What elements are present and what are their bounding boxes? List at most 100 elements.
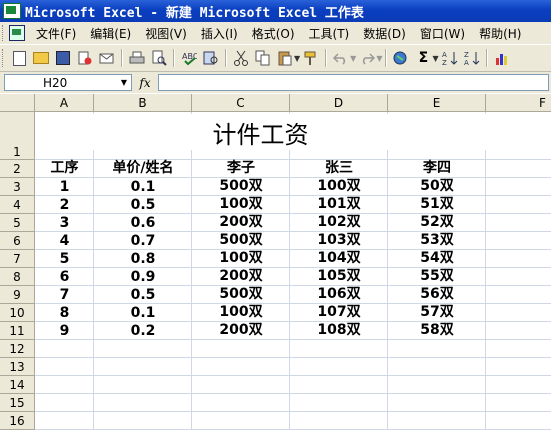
column-header-a[interactable]: A [35, 94, 94, 112]
menu-bar: 文件(F) 编辑(E) 视图(V) 插入(I) 格式(O) 工具(T) 数据(D… [0, 22, 551, 45]
research-icon[interactable] [202, 49, 220, 67]
undo-icon[interactable] [332, 49, 350, 67]
redo-chevron-down-icon[interactable]: ▼ [376, 54, 382, 63]
menu-format[interactable]: 格式(O) [245, 25, 302, 42]
row-header-14[interactable]: 14 [0, 376, 35, 394]
email-icon[interactable] [98, 49, 116, 67]
row-header-11[interactable]: 11 [0, 322, 35, 340]
data-cell[interactable]: 108双 [290, 322, 388, 340]
data-cell[interactable]: 6 [35, 268, 94, 286]
menu-tools[interactable]: 工具(T) [302, 25, 357, 42]
redo-icon[interactable] [358, 49, 376, 67]
hyperlink-icon[interactable] [392, 49, 410, 67]
sort-desc-icon[interactable]: ZA [463, 49, 481, 67]
insert-function-icon[interactable]: fx [132, 76, 158, 90]
data-cell[interactable]: 9 [35, 322, 94, 340]
data-cell[interactable]: 0.1 [94, 304, 192, 322]
gridline [35, 411, 551, 412]
data-cell[interactable]: 7 [35, 286, 94, 304]
data-cell[interactable]: 0.6 [94, 214, 192, 232]
open-icon[interactable] [32, 49, 50, 67]
format-painter-icon[interactable] [302, 49, 320, 67]
toolbar-separator [485, 49, 488, 67]
row-header-2[interactable]: 2 [0, 160, 35, 178]
toolbar-grip[interactable] [2, 49, 6, 67]
row-header-4[interactable]: 4 [0, 196, 35, 214]
row-header-1[interactable]: 1 [0, 112, 35, 160]
menu-view[interactable]: 视图(V) [138, 25, 194, 42]
column-header-b[interactable]: B [94, 94, 192, 112]
toolbar-separator [225, 49, 227, 67]
svg-text:A: A [464, 59, 469, 66]
worksheet-grid[interactable]: A B C D E F 1 2 3 4 5 6 7 8 9 10 11 12 13 14 15 16 计件工资 工序 单价/姓名… [0, 94, 551, 443]
row-header-12[interactable]: 12 [0, 340, 35, 358]
sheet-title[interactable]: 计件工资 [35, 114, 486, 150]
data-cell[interactable]: 2 [35, 196, 94, 214]
menu-window[interactable]: 窗口(W) [413, 25, 472, 42]
svg-text:Z: Z [464, 51, 469, 59]
data-cell[interactable]: 0.7 [94, 232, 192, 250]
name-box-value[interactable]: H20 [5, 76, 117, 90]
data-cell[interactable]: 5 [35, 250, 94, 268]
autosum-icon[interactable]: Σ [414, 49, 432, 67]
data-cell[interactable]: 0.5 [94, 286, 192, 304]
cut-icon[interactable] [232, 49, 250, 67]
data-cell[interactable]: 0.2 [94, 322, 192, 340]
gridline [35, 429, 551, 430]
data-cell[interactable]: 0.9 [94, 268, 192, 286]
menu-edit[interactable]: 编辑(E) [83, 25, 138, 42]
data-cell[interactable]: 0.5 [94, 196, 192, 214]
header-cell[interactable]: 单价/姓名 [94, 160, 192, 178]
paste-icon[interactable] [276, 49, 294, 67]
menu-grip[interactable] [2, 25, 6, 41]
row-header-5[interactable]: 5 [0, 214, 35, 232]
copy-icon[interactable] [254, 49, 272, 67]
excel-app-icon[interactable] [3, 3, 21, 19]
row-header-13[interactable]: 13 [0, 358, 35, 376]
data-cell[interactable]: 0.8 [94, 250, 192, 268]
row-header-3[interactable]: 3 [0, 178, 35, 196]
data-cell[interactable]: 0.1 [94, 178, 192, 196]
paste-options-chevron-down-icon[interactable]: ▼ [294, 54, 300, 63]
row-header-16[interactable]: 16 [0, 412, 35, 430]
print-preview-icon[interactable] [150, 49, 168, 67]
row-header-15[interactable]: 15 [0, 394, 35, 412]
menu-file[interactable]: 文件(F) [29, 25, 83, 42]
data-cell[interactable]: 200双 [192, 322, 290, 340]
row-header-8[interactable]: 8 [0, 268, 35, 286]
formula-input[interactable] [158, 74, 549, 91]
menu-insert[interactable]: 插入(I) [194, 25, 245, 42]
formula-bar: H20 ▼ fx [0, 72, 551, 93]
column-header-c[interactable]: C [192, 94, 290, 112]
data-cell[interactable]: 4 [35, 232, 94, 250]
autosum-chevron-down-icon[interactable]: ▼ [432, 54, 438, 63]
name-box-chevron-down-icon[interactable]: ▼ [117, 78, 131, 87]
menu-data[interactable]: 数据(D) [356, 25, 413, 42]
permission-icon[interactable] [76, 49, 94, 67]
print-icon[interactable] [128, 49, 146, 67]
header-cell[interactable]: 工序 [35, 160, 94, 178]
row-header-6[interactable]: 6 [0, 232, 35, 250]
data-cell[interactable]: 3 [35, 214, 94, 232]
undo-chevron-down-icon[interactable]: ▼ [350, 54, 356, 63]
row-header-9[interactable]: 9 [0, 286, 35, 304]
gridline [35, 375, 551, 376]
column-header-d[interactable]: D [290, 94, 388, 112]
new-icon[interactable] [10, 49, 28, 67]
data-cell[interactable]: 8 [35, 304, 94, 322]
sort-asc-icon[interactable]: AZ [441, 49, 459, 67]
select-all-corner[interactable] [0, 94, 35, 112]
column-header-f[interactable]: F [486, 94, 551, 112]
row-header-7[interactable]: 7 [0, 250, 35, 268]
menu-help[interactable]: 帮助(H) [472, 25, 528, 42]
spelling-icon[interactable]: ABC [180, 49, 198, 67]
row-header-10[interactable]: 10 [0, 304, 35, 322]
save-icon[interactable] [54, 49, 72, 67]
column-header-e[interactable]: E [388, 94, 486, 112]
data-cell[interactable]: 1 [35, 178, 94, 196]
data-cell[interactable]: 58双 [388, 322, 486, 340]
name-box[interactable]: H20 ▼ [4, 74, 132, 91]
chart-wizard-icon[interactable] [493, 49, 511, 67]
gridline [35, 357, 551, 358]
document-icon[interactable] [9, 25, 25, 41]
